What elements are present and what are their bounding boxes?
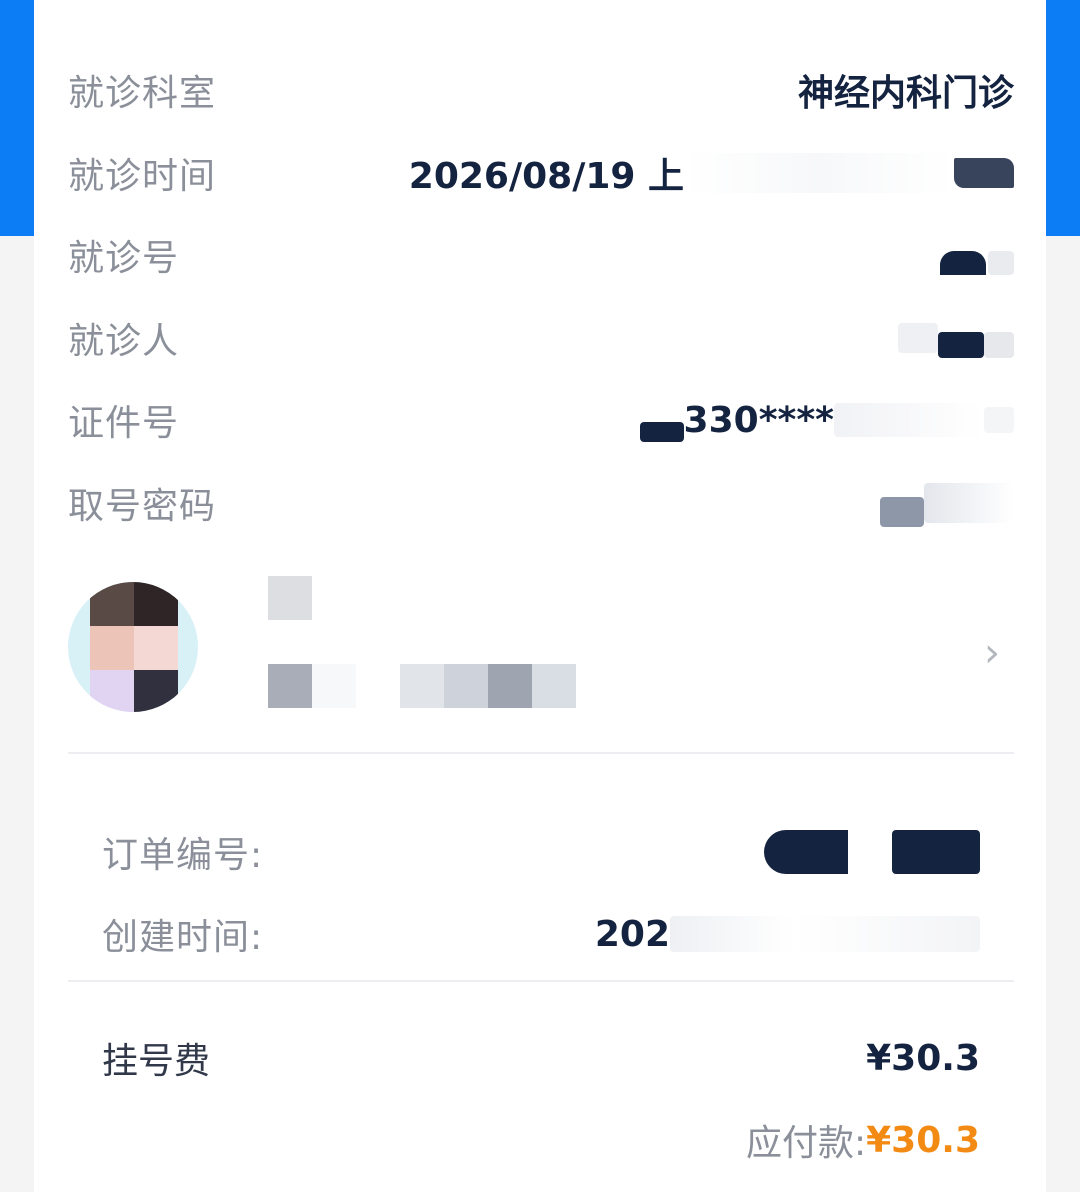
mosaic-cell [444,664,488,708]
order-number-value-wrap [764,830,980,874]
id-number-value-wrap: 330**** [639,398,1014,442]
payable-row: 应付款: ¥30.3 [746,1112,980,1168]
pickup-code-label: 取号密码 [68,486,217,527]
redacted-blur [954,158,1014,188]
doctor-card[interactable]: › [68,570,1014,720]
doctor-avatar [68,582,198,712]
department-value: 神经内科门诊 [797,73,1014,114]
payable-value: ¥30.3 [866,1119,980,1161]
id-number-label: 证件号 [68,403,180,444]
pickup-code-value-wrap [880,479,1014,527]
visit-number-value-wrap [940,235,1014,275]
redacted-blur [940,251,986,275]
section-divider [68,752,1014,754]
patient-label: 就诊人 [68,321,180,362]
redacted-blur [834,403,984,437]
mosaic-cell [356,664,400,708]
mosaic-cell [532,664,576,708]
redacted-blur [984,407,1014,433]
order-number-label: 订单编号: [102,835,264,876]
redacted-blur [639,422,684,442]
patient-value-wrap [898,318,1014,358]
mosaic-cell [268,664,312,708]
visit-time-row: 就诊时间 2026/08/19 上 [68,143,1014,203]
registration-fee-row: 挂号费 ¥30.3 [102,1030,980,1086]
pickup-code-row: 取号密码 [68,473,1014,533]
avatar-mosaic-cell [134,582,178,626]
redacted-blur [848,830,892,874]
visit-info-section: 就诊科室 神经内科门诊 就诊时间 2026/08/19 上 就诊号 就诊人 证件… [34,0,1046,760]
created-time-value-wrap: 202 [595,914,980,955]
redacted-blur [988,251,1014,275]
redacted-blur [670,916,980,952]
avatar-mosaic-cell [134,670,178,712]
chevron-right-icon[interactable]: › [984,630,1000,676]
redacted-blur [924,483,1014,523]
doctor-name-redacted [268,576,312,620]
avatar-mosaic-cell [90,582,134,626]
redacted-blur [880,497,924,527]
redacted-blur [984,332,1014,358]
payable-label: 应付款: [745,1123,867,1164]
mosaic-cell [488,664,532,708]
registration-detail-card: 就诊科室 神经内科门诊 就诊时间 2026/08/19 上 就诊号 就诊人 证件… [34,0,1046,1192]
redacted-blur [892,830,980,874]
department-label: 就诊科室 [68,73,217,114]
created-time-row: 创建时间: 202 [102,906,980,962]
id-number-row: 证件号 330**** [68,390,1014,450]
created-time-value: 202 [594,913,670,955]
redacted-blur [898,323,938,353]
visit-time-label: 就诊时间 [68,156,217,197]
order-number-row: 订单编号: [102,824,980,880]
visit-number-row: 就诊号 [68,225,1014,285]
redacted-blur [764,830,848,874]
department-row: 就诊科室 神经内科门诊 [68,60,1014,120]
visit-time-value: 2026/08/19 上 [408,156,684,197]
visit-number-label: 就诊号 [68,238,180,279]
registration-fee-value: ¥30.3 [866,1037,980,1079]
id-number-value: 330**** [683,399,834,441]
avatar-mosaic-cell [134,626,178,670]
created-time-label: 创建时间: [102,917,264,958]
doctor-title-redacted [268,664,576,708]
avatar-mosaic-cell [90,626,134,670]
registration-fee-label: 挂号费 [102,1041,211,1082]
mosaic-cell [400,664,444,708]
redacted-blur [938,332,984,358]
redacted-blur [684,153,954,193]
mosaic-cell [312,664,356,708]
visit-time-value-wrap: 2026/08/19 上 [409,147,1014,199]
patient-row: 就诊人 [68,308,1014,368]
section-divider [68,980,1014,982]
avatar-mosaic-cell [90,670,134,712]
